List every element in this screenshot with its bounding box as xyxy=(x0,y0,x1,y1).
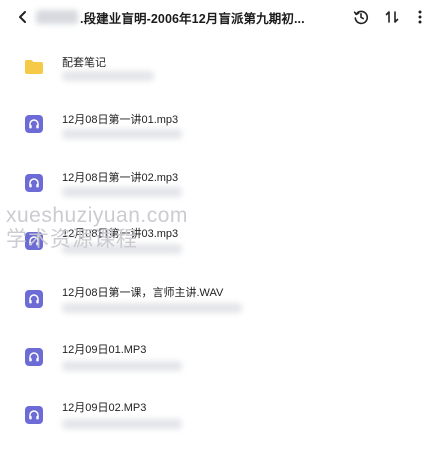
history-button[interactable] xyxy=(350,6,372,28)
audio-file-icon xyxy=(25,406,43,424)
headphones-icon xyxy=(29,119,39,129)
file-meta-blurred xyxy=(62,187,182,197)
folder-icon xyxy=(25,60,43,74)
audio-file-icon xyxy=(25,290,43,308)
list-item[interactable]: 12月09日01.MP3 xyxy=(0,337,435,395)
chevron-left-icon xyxy=(19,11,26,23)
audio-file-icon xyxy=(25,115,43,133)
more-button[interactable] xyxy=(409,6,431,28)
list-item[interactable]: 12月08日第一讲01.mp3 xyxy=(0,105,435,163)
watermark-line-2: 学术资源课程 xyxy=(6,228,138,251)
list-item[interactable]: 12月08日第一课，言师主讲.WAV xyxy=(0,279,435,337)
more-vertical-icon xyxy=(418,10,422,24)
file-name: 12月09日02.MP3 xyxy=(62,402,147,414)
sort-icon xyxy=(385,11,399,23)
headphones-icon xyxy=(29,294,39,304)
file-meta-blurred xyxy=(62,71,154,81)
top-bar: .段建业盲明-2006年12月盲派第九期初... xyxy=(0,0,435,36)
watermark-line-1: xueshuziyuan.com xyxy=(6,204,188,227)
headphones-icon xyxy=(29,178,39,188)
list-item[interactable]: 12月09日02.MP3 xyxy=(0,395,435,449)
file-name: 12月08日第一课，言师主讲.WAV xyxy=(62,287,224,299)
sort-button[interactable] xyxy=(381,6,403,28)
file-name: 配套笔记 xyxy=(62,57,106,69)
file-name: 12月08日第一讲02.mp3 xyxy=(62,172,179,184)
file-meta-blurred xyxy=(62,419,182,429)
audio-file-icon xyxy=(25,174,43,192)
file-meta-blurred xyxy=(62,129,182,139)
headphones-icon xyxy=(29,352,39,362)
history-icon xyxy=(353,10,369,25)
headphones-icon xyxy=(29,410,39,420)
folder-title: .段建业盲明-2006年12月盲派第九期初... xyxy=(36,7,336,27)
watermark: xueshuziyuan.com 学术资源课程 xyxy=(6,204,188,252)
file-meta-blurred xyxy=(62,361,182,371)
list-item[interactable]: 配套笔记 xyxy=(0,46,435,104)
file-name: 12月08日第一讲01.mp3 xyxy=(62,114,179,126)
redacted-blur xyxy=(36,10,78,24)
audio-file-icon xyxy=(25,348,43,366)
file-meta-blurred xyxy=(62,303,242,313)
back-button[interactable] xyxy=(12,6,34,28)
page-title: .段建业盲明-2006年12月盲派第九期初... xyxy=(80,11,305,26)
file-name: 12月09日01.MP3 xyxy=(62,344,147,356)
